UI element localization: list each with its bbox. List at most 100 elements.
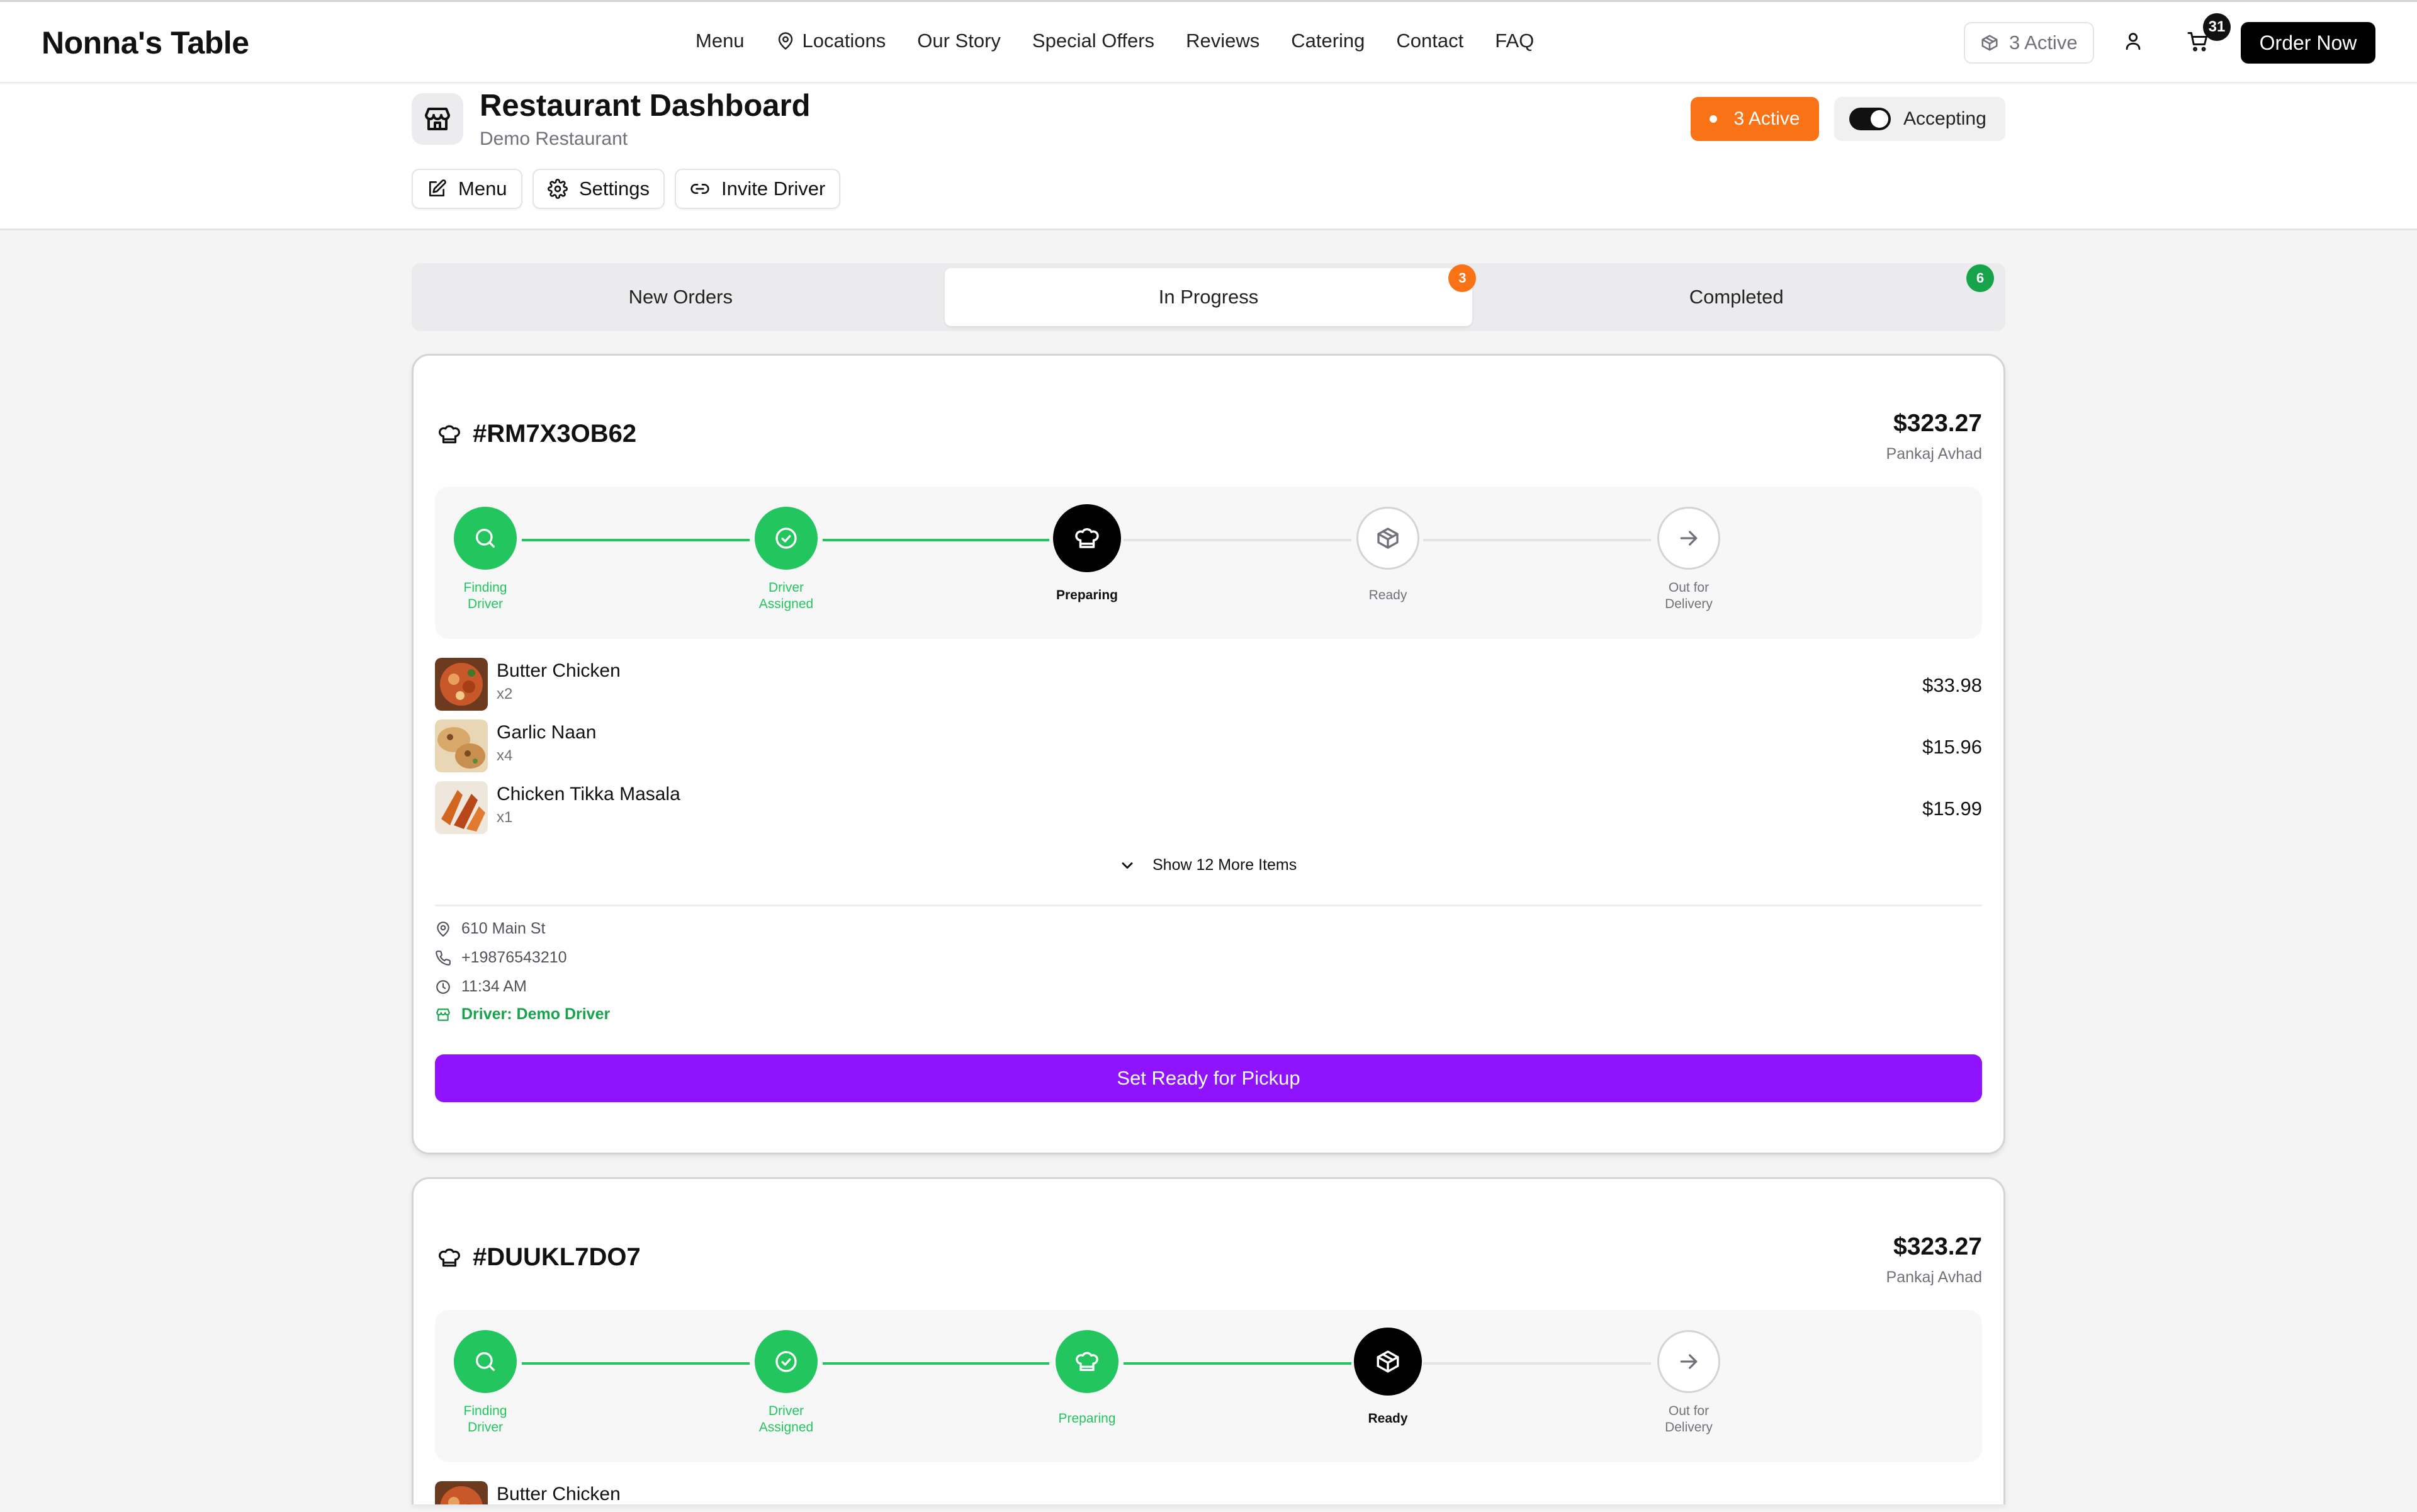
step-preparing <box>1053 504 1121 572</box>
tab-in-progress[interactable]: In Progress 3 <box>944 264 1477 326</box>
active-orders-label: 3 Active <box>2009 31 2078 54</box>
time-text: 11:34 AM <box>461 978 527 995</box>
accepting-label: Accepting <box>1903 108 1986 129</box>
order-item: Butter Chicken <box>435 1481 1982 1504</box>
butter-chicken-photo <box>435 658 488 711</box>
order-item: Garlic Naan x4 $15.96 <box>435 719 1982 774</box>
restaurant-name: Demo Restaurant <box>480 128 628 149</box>
chef-hat-icon <box>439 425 460 443</box>
step-label: Out for Delivery <box>1665 1404 1713 1435</box>
step-connector <box>522 1362 750 1365</box>
nav-link-reviews[interactable]: Reviews <box>1186 30 1259 52</box>
item-price: $15.96 <box>1922 736 1982 758</box>
invite-driver-button[interactable]: Invite Driver <box>675 169 841 209</box>
address-text: 610 Main St <box>461 920 546 937</box>
nav-link-locations-label: Locations <box>802 30 886 52</box>
tab-completed[interactable]: Completed 6 <box>1472 264 2000 326</box>
step-connector <box>1423 539 1651 541</box>
nav-link-contact[interactable]: Contact <box>1396 30 1463 52</box>
store-icon <box>412 93 463 145</box>
step-label: Out for Delivery <box>1665 580 1713 611</box>
invite-driver-label: Invite Driver <box>721 178 826 200</box>
nav-link-menu[interactable]: Menu <box>696 30 745 52</box>
item-quantity: x4 <box>497 747 513 764</box>
item-price: $15.99 <box>1922 798 1982 820</box>
order-time: 11:34 AM <box>435 978 527 996</box>
order-id: #DUUKL7DO7 <box>437 1243 641 1272</box>
toggle-switch[interactable] <box>1849 108 1891 130</box>
phone-text: +19876543210 <box>461 949 567 966</box>
order-card: #RM7X3OB62 $323.27 Pankaj Avhad Finding D… <box>412 354 2005 1154</box>
accepting-orders-toggle[interactable]: Accepting <box>1834 97 2005 141</box>
step-connector <box>1124 539 1351 541</box>
set-ready-for-pickup-button[interactable]: Set Ready for Pickup <box>435 1054 1982 1102</box>
step-label: Preparing <box>1058 1411 1116 1426</box>
step-label: Ready <box>1368 1411 1408 1426</box>
cart-count-badge: 31 <box>2203 13 2231 41</box>
show-more-items-button[interactable]: Show 12 More Items <box>1118 856 1297 874</box>
tab-new-orders[interactable]: New Orders <box>417 268 945 326</box>
step-label: Driver Assigned <box>758 580 814 611</box>
package-icon <box>1377 528 1399 549</box>
link-icon <box>690 184 709 194</box>
store-icon <box>436 1008 450 1021</box>
check-circle-icon <box>775 1351 797 1372</box>
order-id: #RM7X3OB62 <box>437 420 636 448</box>
order-progress-stepper: Finding Driver Driver Assigned Preparing R… <box>435 1310 1982 1462</box>
order-status-tabs: New Orders In Progress 3 Completed 6 <box>412 263 2005 331</box>
driver-text: Driver: Demo Driver <box>461 1005 611 1023</box>
item-name: Garlic Naan <box>497 722 597 743</box>
brand-logo[interactable]: Nonna's Table <box>42 25 249 61</box>
active-orders-button[interactable]: 3 Active <box>1964 22 2094 64</box>
nav-link-our-story[interactable]: Our Story <box>917 30 1001 52</box>
order-card: #DUUKL7DO7 $323.27 Pankaj Avhad Finding D… <box>412 1177 2005 1504</box>
settings-button[interactable]: Settings <box>532 169 665 209</box>
order-id-text: #RM7X3OB62 <box>473 420 637 448</box>
step-label: Finding Driver <box>463 580 507 611</box>
step-out-for-delivery <box>1657 1330 1720 1393</box>
arrow-right-icon <box>1680 531 1698 546</box>
item-name: Butter Chicken <box>497 1484 621 1504</box>
garlic-naan-photo <box>435 719 488 772</box>
step-connector <box>823 539 1049 541</box>
item-quantity: x2 <box>497 685 513 702</box>
status-dot <box>1710 115 1718 123</box>
chicken-tikka-masala-photo <box>435 781 488 834</box>
map-pin-icon <box>437 921 449 937</box>
step-finding-driver <box>454 1330 517 1393</box>
search-icon <box>476 1352 495 1371</box>
order-total: $323.27 <box>1893 1233 1982 1260</box>
nav-link-catering[interactable]: Catering <box>1291 30 1365 52</box>
order-now-button[interactable]: Order Now <box>2241 22 2375 64</box>
top-navigation: Nonna's Table Menu Locations Our Story S… <box>0 0 2417 83</box>
tab-new-orders-label: New Orders <box>628 286 733 308</box>
butter-chicken-photo <box>435 1481 488 1504</box>
step-connector <box>823 1362 1049 1365</box>
step-driver-assigned <box>755 1330 818 1393</box>
active-orders-badge: 3 Active <box>1691 97 1819 141</box>
step-driver-assigned <box>755 507 818 570</box>
user-icon[interactable] <box>2122 30 2144 52</box>
menu-button[interactable]: Menu <box>412 169 522 209</box>
tab-completed-label: Completed <box>1689 286 1784 308</box>
page-title: Restaurant Dashboard <box>480 89 811 123</box>
order-item: Chicken Tikka Masala x1 $15.99 <box>435 781 1982 835</box>
step-label: Ready <box>1368 588 1407 602</box>
step-connector <box>1124 1362 1351 1365</box>
nav-link-special-offers[interactable]: Special Offers <box>1032 30 1154 52</box>
map-pin-icon <box>778 32 792 50</box>
menu-button-label: Menu <box>458 178 507 200</box>
assigned-driver: Driver: Demo Driver <box>435 1005 610 1024</box>
step-finding-driver <box>454 507 517 570</box>
item-price: $33.98 <box>1922 674 1982 696</box>
step-connector <box>1423 1362 1651 1365</box>
step-ready <box>1354 1328 1422 1396</box>
nav-link-locations[interactable]: Locations <box>776 30 886 52</box>
tab-in-progress-label: In Progress <box>1158 286 1259 308</box>
order-item: Butter Chicken x2 $33.98 <box>435 658 1982 712</box>
nav-link-faq[interactable]: FAQ <box>1495 30 1534 52</box>
dashboard-header <box>0 84 2417 230</box>
step-connector <box>522 539 750 541</box>
active-orders-badge-label: 3 Active <box>1733 108 1800 129</box>
chef-hat-icon <box>1075 528 1099 548</box>
